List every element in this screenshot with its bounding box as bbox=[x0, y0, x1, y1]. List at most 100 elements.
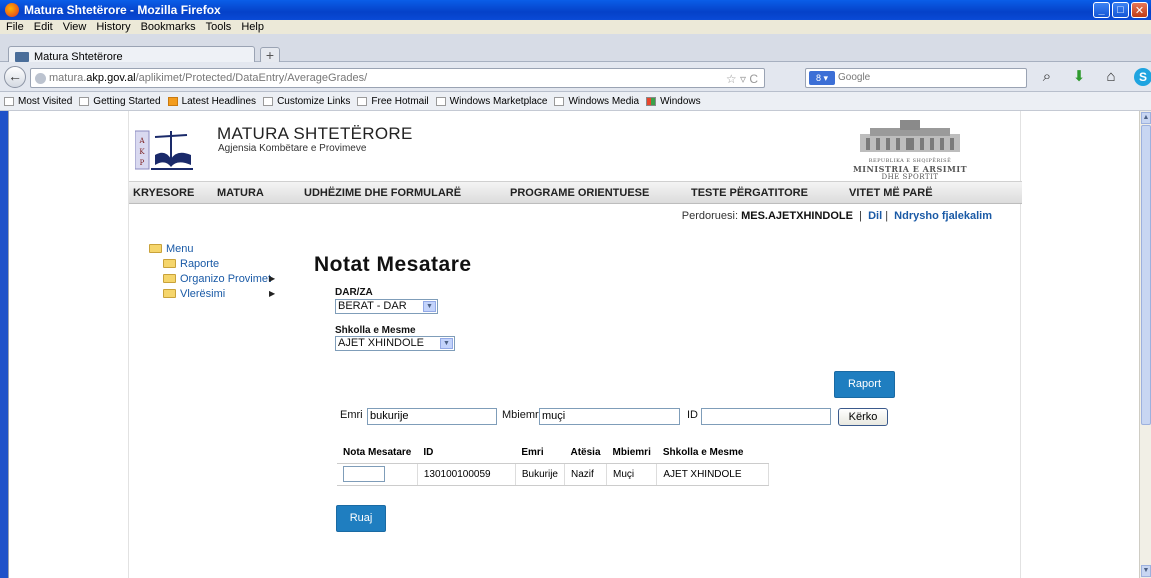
bookmark-label: Most Visited bbox=[18, 95, 73, 107]
menu-history[interactable]: History bbox=[96, 21, 130, 33]
search-magnifier-icon[interactable]: ⌕ bbox=[1038, 68, 1056, 86]
bookmark-customize-links[interactable]: Customize Links bbox=[263, 96, 350, 107]
url-bar[interactable]: matura.akp.gov.al/aplikimet/Protected/Da… bbox=[30, 68, 765, 88]
col-mbiemri: Mbiemri bbox=[606, 442, 657, 464]
bookmark-windows-marketplace[interactable]: Windows Marketplace bbox=[435, 95, 548, 107]
menu-tools[interactable]: Tools bbox=[206, 21, 232, 33]
globe-icon bbox=[35, 73, 46, 84]
nav-teste[interactable]: TESTE PËRGATITORE bbox=[691, 187, 808, 199]
user-separator: | bbox=[859, 210, 862, 222]
svg-text:P: P bbox=[140, 159, 145, 167]
minimize-button[interactable]: _ bbox=[1093, 2, 1110, 18]
menu-bookmarks[interactable]: Bookmarks bbox=[141, 21, 196, 33]
window-left-border bbox=[0, 111, 8, 578]
school-select[interactable]: AJET XHINDOLE ▼ bbox=[335, 336, 455, 351]
submenu-arrow-icon: ▶ bbox=[269, 289, 276, 298]
user-name: MES.AJETXHINDOLE bbox=[741, 210, 853, 222]
side-menu: Menu Raporte Organizo Provimet ▶ Vlerësi… bbox=[149, 241, 275, 301]
emri-input[interactable]: bukurije bbox=[367, 408, 497, 425]
bookmark-icon bbox=[435, 96, 446, 106]
close-button[interactable]: ✕ bbox=[1131, 2, 1148, 18]
id-input[interactable] bbox=[701, 408, 831, 425]
bookmark-windows[interactable]: Windows bbox=[646, 96, 701, 107]
maximize-button[interactable]: □ bbox=[1112, 2, 1129, 18]
bookmark-getting-started[interactable]: Getting Started bbox=[79, 95, 161, 107]
menu-file[interactable]: File bbox=[6, 21, 24, 33]
user-separator: | bbox=[885, 210, 889, 222]
cell-nota bbox=[337, 463, 418, 486]
site-header: A K P MATURA SHTETËRORE Agjensia Kombëta… bbox=[129, 111, 1022, 181]
table-row: 130100100059 Bukurije Nazif Muçi AJET XH… bbox=[337, 463, 770, 486]
school-value: AJET XHINDOLE bbox=[338, 337, 424, 349]
bookmark-free-hotmail[interactable]: Free Hotmail bbox=[357, 95, 429, 107]
site-title: MATURA SHTETËRORE bbox=[217, 124, 413, 143]
cell-id: 130100100059 bbox=[417, 463, 516, 486]
vertical-scrollbar[interactable]: ▲ ▼ bbox=[1139, 111, 1151, 578]
menu-item-label: Vlerësimi bbox=[180, 287, 226, 300]
ministry-line-3: DHE SPORTIT bbox=[881, 173, 939, 181]
skype-icon[interactable]: S bbox=[1134, 68, 1151, 86]
bookmark-icon bbox=[263, 96, 274, 106]
search-button[interactable]: Kërko bbox=[838, 408, 888, 426]
change-password-link[interactable]: Ndrysho fjalekalim bbox=[894, 210, 992, 222]
nav-programe[interactable]: PROGRAME ORIENTUESE bbox=[510, 187, 649, 199]
darza-value: BERAT - DAR bbox=[338, 300, 407, 312]
bookmark-star-icon[interactable]: ☆ ▿ C bbox=[726, 70, 758, 88]
site-subtitle: Agjensia Kombëtare e Provimeve bbox=[218, 143, 367, 154]
bookmark-icon bbox=[554, 96, 565, 106]
bookmark-icon bbox=[4, 96, 14, 106]
ministry-line-2: MINISTRIA E ARSIMIT bbox=[852, 164, 968, 174]
page-title: Notat Mesatare bbox=[314, 253, 472, 276]
nav-kryesore[interactable]: KRYESORE bbox=[133, 187, 194, 199]
windows-flag-icon bbox=[646, 96, 657, 106]
bookmark-icon bbox=[357, 96, 368, 106]
menu-edit[interactable]: Edit bbox=[34, 21, 53, 33]
save-button[interactable]: Ruaj bbox=[336, 505, 386, 532]
url-prefix: matura. bbox=[49, 72, 87, 84]
bookmark-label: Latest Headlines bbox=[181, 95, 257, 107]
navigation-bar: ← matura.akp.gov.al/aplikimet/Protected/… bbox=[0, 62, 1151, 92]
google-icon: 8 ▾ bbox=[809, 71, 835, 85]
nav-matura[interactable]: MATURA bbox=[217, 187, 264, 199]
tab-strip: Matura Shtetërore + bbox=[0, 34, 1151, 66]
bookmark-most-visited[interactable]: Most Visited bbox=[4, 96, 72, 107]
menu-item-vleresimi[interactable]: Vlerësimi ▶ bbox=[163, 286, 275, 301]
menu-root-label: Menu bbox=[166, 242, 194, 255]
window-title: Matura Shtetërore - Mozilla Firefox bbox=[24, 3, 221, 17]
search-placeholder: Google bbox=[838, 72, 871, 83]
ministry-text: REPUBLIKA E SHQIPËRISË MINISTRIA E ARSIM… bbox=[810, 157, 1010, 181]
window-titlebar: Matura Shtetërore - Mozilla Firefox _ □ … bbox=[0, 0, 1151, 20]
home-icon[interactable]: ⌂ bbox=[1102, 68, 1120, 86]
logout-link[interactable]: Dil bbox=[868, 210, 882, 222]
menu-root[interactable]: Menu bbox=[149, 241, 271, 256]
menu-item-raporte[interactable]: Raporte bbox=[163, 256, 271, 271]
nav-vitet[interactable]: VITET MË PARË bbox=[849, 187, 933, 199]
scroll-thumb[interactable] bbox=[1141, 125, 1151, 425]
raport-button[interactable]: Raport bbox=[834, 371, 895, 398]
mbiemri-input[interactable]: muçi bbox=[539, 408, 680, 425]
svg-text:A: A bbox=[138, 137, 145, 145]
akp-logo: A K P bbox=[135, 130, 193, 170]
menu-view[interactable]: View bbox=[63, 21, 87, 33]
bookmark-label: Windows Marketplace bbox=[449, 95, 548, 107]
col-emri: Emri bbox=[515, 442, 565, 464]
download-icon[interactable]: ⬇ bbox=[1070, 68, 1088, 86]
menu-help[interactable]: Help bbox=[241, 21, 264, 33]
back-button[interactable]: ← bbox=[4, 66, 26, 88]
nav-udhezime[interactable]: UDHËZIME DHE FORMULARË bbox=[304, 187, 461, 199]
bookmark-label: Windows Media bbox=[568, 95, 640, 107]
bookmark-latest-headlines[interactable]: Latest Headlines bbox=[167, 95, 257, 107]
scroll-up-icon[interactable]: ▲ bbox=[1141, 112, 1151, 124]
col-atesia: Atësia bbox=[564, 442, 607, 464]
bookmarks-bar: Most Visited Getting Started Latest Head… bbox=[0, 92, 1151, 111]
scroll-down-icon[interactable]: ▼ bbox=[1141, 565, 1151, 577]
darza-select[interactable]: BERAT - DAR ▼ bbox=[335, 299, 438, 314]
bookmark-windows-media[interactable]: Windows Media bbox=[554, 96, 639, 107]
search-input[interactable]: 8 ▾ Google bbox=[805, 68, 1027, 88]
col-id: ID bbox=[417, 442, 516, 464]
menu-item-organizo[interactable]: Organizo Provimet ▶ bbox=[163, 271, 275, 286]
bookmark-label: Getting Started bbox=[93, 95, 161, 107]
bookmark-label: Free Hotmail bbox=[371, 95, 429, 107]
mbiemri-label: Mbiemri bbox=[502, 409, 542, 421]
nota-input[interactable] bbox=[343, 466, 385, 482]
